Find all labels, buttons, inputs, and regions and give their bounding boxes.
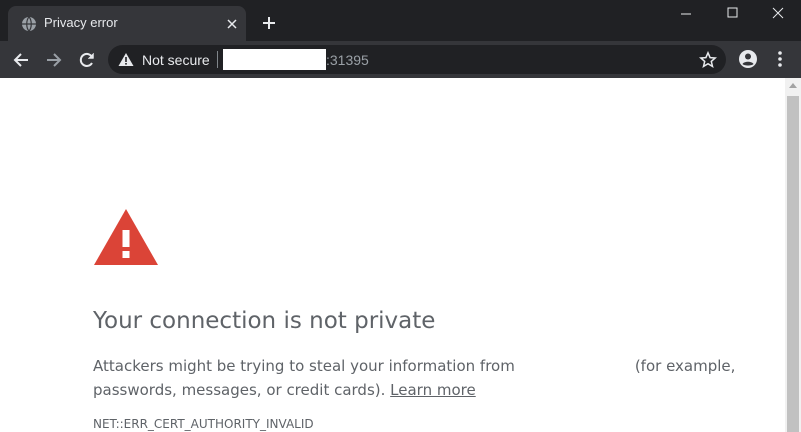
- arrow-left-icon[interactable]: [11, 50, 31, 70]
- tab-title: Privacy error: [44, 15, 118, 30]
- error-description: Attackers might be trying to steal your …: [93, 354, 735, 402]
- url-port: :31395: [326, 52, 369, 68]
- page-title: Your connection is not private: [93, 308, 436, 334]
- learn-more-link[interactable]: Learn more: [390, 381, 476, 399]
- reload-icon[interactable]: [77, 50, 97, 70]
- description-part-2: (for example,: [634, 357, 736, 375]
- minimize-icon[interactable]: [663, 0, 709, 30]
- maximize-icon[interactable]: [709, 0, 755, 30]
- tab-privacy-error[interactable]: Privacy error: [8, 6, 246, 41]
- description-part-3: passwords, messages, or credit cards).: [93, 381, 386, 399]
- omnibox-divider: [217, 51, 218, 68]
- interstitial-page: Your connection is not private Attackers…: [0, 78, 785, 432]
- more-vert-icon[interactable]: [772, 49, 788, 69]
- plus-icon[interactable]: [260, 14, 278, 32]
- window-close-icon[interactable]: [755, 0, 801, 30]
- toolbar: Not secure :31395: [0, 41, 801, 78]
- scrollbar-thumb[interactable]: [787, 96, 799, 432]
- scrollbar[interactable]: [785, 78, 801, 432]
- warning-icon[interactable]: [118, 52, 134, 67]
- description-part-1: Attackers might be trying to steal your …: [93, 357, 515, 375]
- account-circle-icon[interactable]: [738, 49, 758, 69]
- tab-strip: Privacy error: [0, 0, 801, 41]
- omnibox[interactable]: Not secure :31395: [108, 45, 726, 74]
- arrow-right-icon[interactable]: [44, 50, 64, 70]
- warning-triangle-icon: [94, 209, 158, 265]
- scroll-up-arrow-icon[interactable]: [789, 82, 797, 88]
- globe-icon: [22, 16, 36, 32]
- url-host-redacted: [223, 49, 326, 70]
- security-label[interactable]: Not secure: [142, 52, 210, 68]
- error-code[interactable]: NET::ERR_CERT_AUTHORITY_INVALID: [93, 417, 314, 431]
- close-icon[interactable]: [225, 17, 239, 31]
- star-icon[interactable]: [699, 51, 717, 69]
